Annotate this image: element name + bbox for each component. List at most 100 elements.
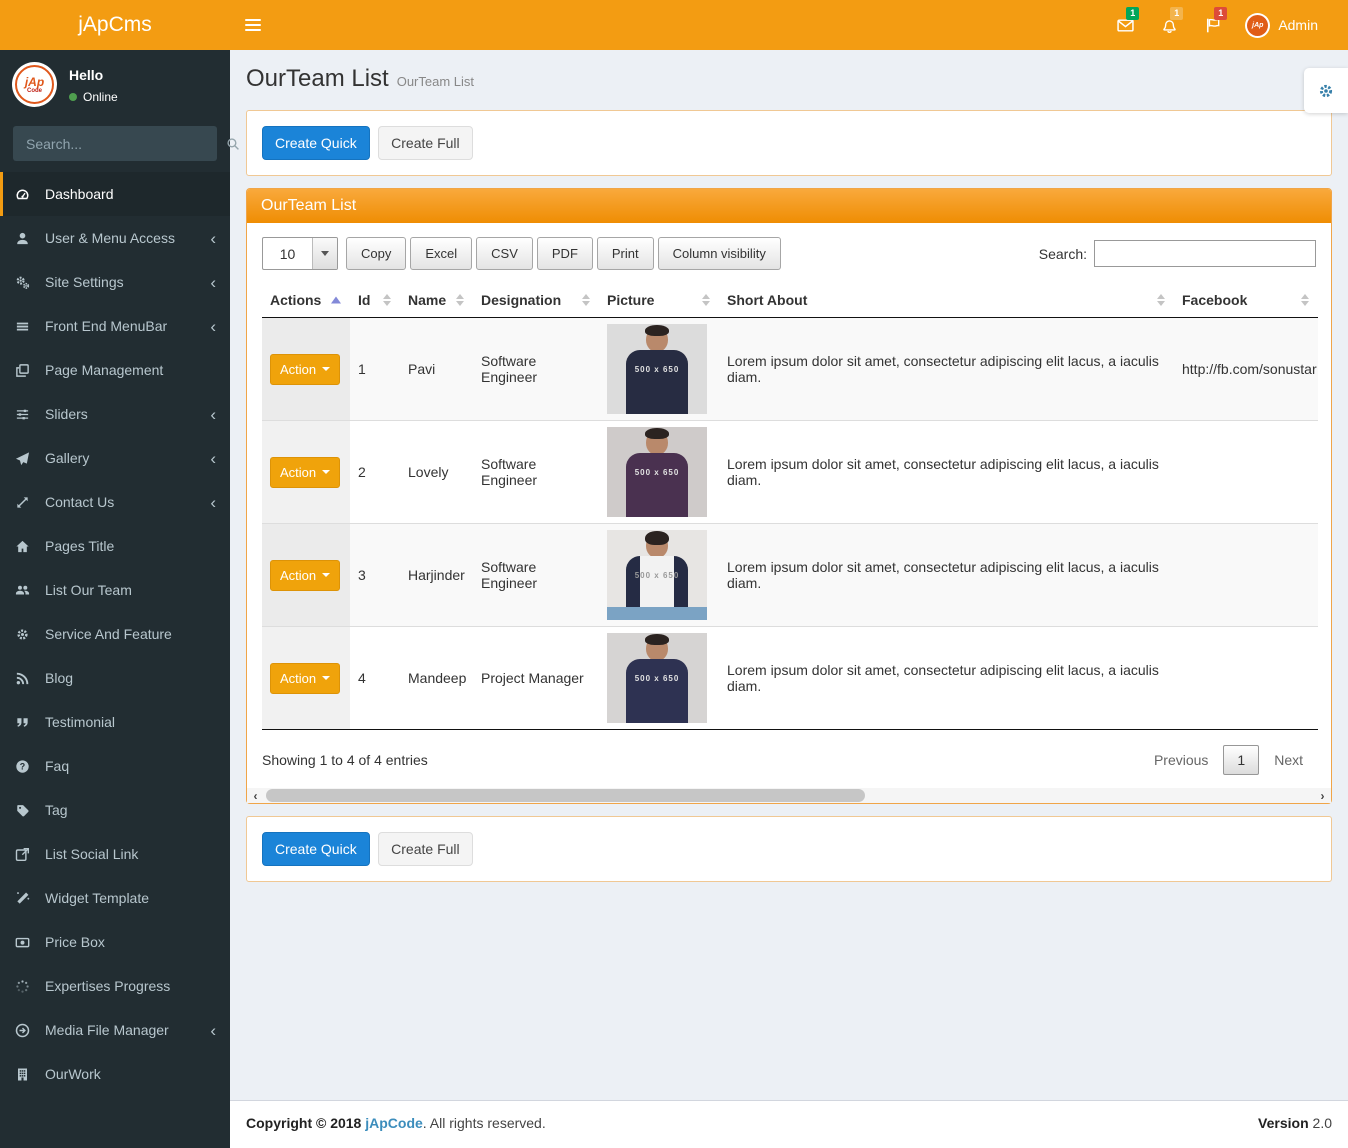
sidebar-item-list-our-team[interactable]: List Our Team bbox=[0, 568, 230, 612]
column-header-picture[interactable]: Picture bbox=[599, 283, 719, 318]
create-full-button[interactable]: Create Full bbox=[378, 126, 473, 160]
sidebar-item-tag[interactable]: Tag bbox=[0, 788, 230, 832]
chevron-left-icon: ‹ bbox=[210, 448, 216, 468]
sidebar-item-list-social-link[interactable]: List Social Link bbox=[0, 832, 230, 876]
sidebar-user-panel: jAp Code Hello Online bbox=[0, 50, 230, 117]
dt-button-pdf[interactable]: PDF bbox=[536, 237, 593, 270]
column-header-short-about[interactable]: Short About bbox=[719, 283, 1174, 318]
dt-button-print[interactable]: Print bbox=[596, 237, 654, 270]
pagination-page-1[interactable]: 1 bbox=[1223, 745, 1260, 775]
chevron-left-icon: ‹ bbox=[210, 316, 216, 336]
sidebar-item-label: Tag bbox=[45, 802, 68, 818]
action-dropdown-button[interactable]: Action bbox=[270, 559, 341, 591]
action-dropdown-button[interactable]: Action bbox=[270, 456, 341, 488]
sidebar-item-dashboard[interactable]: Dashboard bbox=[0, 172, 230, 216]
sidebar-item-expertises-progress[interactable]: Expertises Progress bbox=[0, 964, 230, 1008]
cell-facebook bbox=[1174, 420, 1318, 524]
horizontal-scrollbar: ‹ › bbox=[247, 788, 1331, 803]
sidebar-item-label: Price Box bbox=[45, 934, 105, 950]
money-icon bbox=[15, 935, 36, 950]
bars-icon bbox=[15, 319, 36, 334]
dt-button-csv[interactable]: CSV bbox=[476, 237, 533, 270]
caret-down-icon bbox=[322, 470, 331, 474]
messages-menu[interactable]: 1 bbox=[1103, 0, 1147, 50]
japcode-link[interactable]: jApCode bbox=[365, 1115, 423, 1131]
dt-button-column-visibility[interactable]: Column visibility bbox=[657, 237, 781, 270]
sidebar-item-faq[interactable]: Faq bbox=[0, 744, 230, 788]
notifications-menu[interactable]: 1 bbox=[1147, 0, 1191, 50]
control-sidebar-toggle-button[interactable] bbox=[1304, 68, 1348, 113]
hamburger-icon bbox=[245, 19, 261, 21]
page-length-select[interactable]: 10 bbox=[262, 237, 338, 270]
action-dropdown-button[interactable]: Action bbox=[270, 353, 341, 385]
users-icon bbox=[15, 583, 36, 598]
tag-icon bbox=[15, 803, 36, 818]
user-icon bbox=[15, 231, 36, 246]
pagination: Previous 1 Next bbox=[1141, 745, 1316, 775]
pagination-next[interactable]: Next bbox=[1261, 746, 1316, 774]
scrollbar-track[interactable] bbox=[264, 788, 1314, 803]
cell-designation: Software Engineer bbox=[473, 317, 599, 421]
cell-id: 4 bbox=[350, 626, 400, 730]
sidebar-item-media-file-manager[interactable]: Media File Manager ‹ bbox=[0, 1008, 230, 1052]
column-header-id[interactable]: Id bbox=[350, 283, 400, 318]
sidebar-item-gallery[interactable]: Gallery ‹ bbox=[0, 436, 230, 480]
table-search-input[interactable] bbox=[1094, 240, 1316, 267]
online-status-label: Online bbox=[83, 90, 118, 104]
sidebar-toggle-button[interactable] bbox=[230, 0, 276, 50]
pagination-previous[interactable]: Previous bbox=[1141, 746, 1221, 774]
sidebar-item-label: Blog bbox=[45, 670, 74, 686]
sidebar-item-label: Front End MenuBar bbox=[45, 318, 168, 334]
sidebar-item-contact-us[interactable]: Contact Us ‹ bbox=[0, 480, 230, 524]
sidebar-item-widget-template[interactable]: Widget Template bbox=[0, 876, 230, 920]
sidebar-menu: Dashboard User & Menu Access ‹ Site Setting… bbox=[0, 172, 230, 1096]
dt-button-copy[interactable]: Copy bbox=[346, 237, 407, 270]
column-header-name[interactable]: Name bbox=[400, 283, 473, 318]
sidebar-item-label: Service And Feature bbox=[45, 626, 172, 642]
sidebar-item-service-and-feature[interactable]: Service And Feature bbox=[0, 612, 230, 656]
sidebar-item-blog[interactable]: Blog bbox=[0, 656, 230, 700]
flags-menu[interactable]: 1 bbox=[1191, 0, 1235, 50]
caret-down-icon bbox=[322, 367, 331, 371]
cell-short-about: Lorem ipsum dolor sit amet, consectetur … bbox=[719, 626, 1174, 730]
quote-icon bbox=[15, 715, 36, 730]
sidebar-item-label: Gallery bbox=[45, 450, 90, 466]
user-menu[interactable]: jAp Admin bbox=[1235, 12, 1328, 38]
sidebar-item-front-end-menubar[interactable]: Front End MenuBar ‹ bbox=[0, 304, 230, 348]
sidebar-item-price-box[interactable]: Price Box bbox=[0, 920, 230, 964]
sidebar-search-input[interactable] bbox=[13, 135, 220, 152]
scroll-right-arrow[interactable]: › bbox=[1314, 788, 1331, 803]
sidebar-item-user-menu-access[interactable]: User & Menu Access ‹ bbox=[0, 216, 230, 260]
sliders-icon bbox=[15, 407, 36, 422]
sidebar-item-pages-title[interactable]: Pages Title bbox=[0, 524, 230, 568]
cell-name: Lovely bbox=[400, 420, 473, 524]
dt-button-excel[interactable]: Excel bbox=[410, 237, 473, 270]
create-quick-button[interactable]: Create Quick bbox=[262, 126, 370, 160]
sidebar-item-ourwork[interactable]: OurWork bbox=[0, 1052, 230, 1096]
gear-icon bbox=[1317, 82, 1335, 100]
scrollbar-thumb[interactable] bbox=[266, 789, 865, 802]
copyright: Copyright © 2018 jApCode. All rights res… bbox=[246, 1115, 546, 1131]
user-greeting: Hello bbox=[69, 67, 104, 83]
app-logo[interactable]: jApCms bbox=[0, 0, 230, 50]
sidebar-item-page-management[interactable]: Page Management bbox=[0, 348, 230, 392]
action-dropdown-button[interactable]: Action bbox=[270, 662, 341, 694]
content-wrapper: OurTeam List OurTeam List Create Quick Cr… bbox=[230, 50, 1348, 1100]
create-full-button-bottom[interactable]: Create Full bbox=[378, 832, 473, 866]
sidebar-search-button[interactable] bbox=[220, 126, 246, 161]
column-header-facebook[interactable]: Facebook bbox=[1174, 283, 1318, 318]
messages-badge: 1 bbox=[1126, 7, 1140, 20]
scroll-left-arrow[interactable]: ‹ bbox=[247, 788, 264, 803]
create-actions-box-top: Create Quick Create Full bbox=[246, 110, 1332, 176]
question-circle-icon bbox=[15, 759, 36, 774]
sort-icon bbox=[456, 294, 464, 306]
chevron-left-icon: ‹ bbox=[210, 492, 216, 512]
sidebar-item-testimonial[interactable]: Testimonial bbox=[0, 700, 230, 744]
cell-short-about: Lorem ipsum dolor sit amet, consectetur … bbox=[719, 317, 1174, 421]
sidebar-item-site-settings[interactable]: Site Settings ‹ bbox=[0, 260, 230, 304]
cell-name: Mandeep bbox=[400, 626, 473, 730]
column-header-designation[interactable]: Designation bbox=[473, 283, 599, 318]
sidebar-item-sliders[interactable]: Sliders ‹ bbox=[0, 392, 230, 436]
column-header-actions[interactable]: Actions bbox=[262, 283, 350, 318]
create-quick-button-bottom[interactable]: Create Quick bbox=[262, 832, 370, 866]
